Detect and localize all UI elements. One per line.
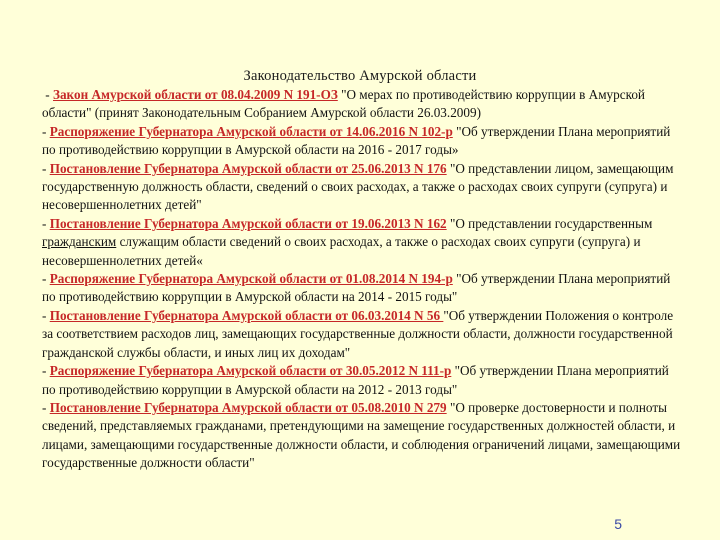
item-dash: - (42, 87, 53, 102)
item-description-before: "О представлении государственным (446, 215, 653, 231)
item-dash: - (42, 271, 50, 287)
law-link[interactable]: Распоряжение Губернатора Амурской област… (50, 271, 453, 286)
legislation-list: - Закон Амурской области от 08.04.2009 N… (42, 86, 682, 473)
item-dash: - (42, 123, 50, 139)
law-link[interactable]: Распоряжение Губернатора Амурской област… (50, 363, 452, 378)
slide-title: Законодательство Амурской области (243, 68, 477, 84)
item-dash: - (42, 160, 50, 176)
item-dash: - (42, 363, 50, 379)
list-item: - Закон Амурской области от 08.04.2009 N… (42, 86, 682, 123)
page-number: 5 (614, 516, 622, 532)
list-item: - Распоряжение Губернатора Амурской обла… (42, 362, 682, 399)
law-link[interactable]: Постановление Губернатора Амурской облас… (50, 161, 447, 176)
item-dash: - (42, 399, 50, 415)
underlined-word: гражданским (42, 234, 117, 250)
list-item: - Распоряжение Губернатора Амурской обла… (42, 123, 682, 160)
law-link[interactable]: Постановление Губернатора Амурской облас… (50, 400, 447, 415)
list-item: - Постановление Губернатора Амурской обл… (42, 215, 682, 270)
law-link[interactable]: Распоряжение Губернатора Амурской област… (50, 124, 453, 139)
list-item: - Постановление Губернатора Амурской обл… (42, 399, 682, 473)
list-item: - Постановление Губернатора Амурской обл… (42, 160, 682, 215)
law-link[interactable]: Постановление Губернатора Амурской облас… (50, 216, 447, 231)
item-dash: - (42, 307, 50, 323)
law-link[interactable]: Постановление Губернатора Амурской облас… (50, 308, 444, 323)
list-item: - Постановление Губернатора Амурской обл… (42, 307, 682, 362)
item-dash: - (42, 215, 50, 231)
slide: Законодательство Амурской области - Зако… (0, 0, 720, 540)
law-link[interactable]: Закон Амурской области от 08.04.2009 N 1… (53, 87, 338, 102)
item-description-after: служащим области сведений о своих расход… (42, 234, 641, 268)
list-item: - Распоряжение Губернатора Амурской обла… (42, 270, 682, 307)
